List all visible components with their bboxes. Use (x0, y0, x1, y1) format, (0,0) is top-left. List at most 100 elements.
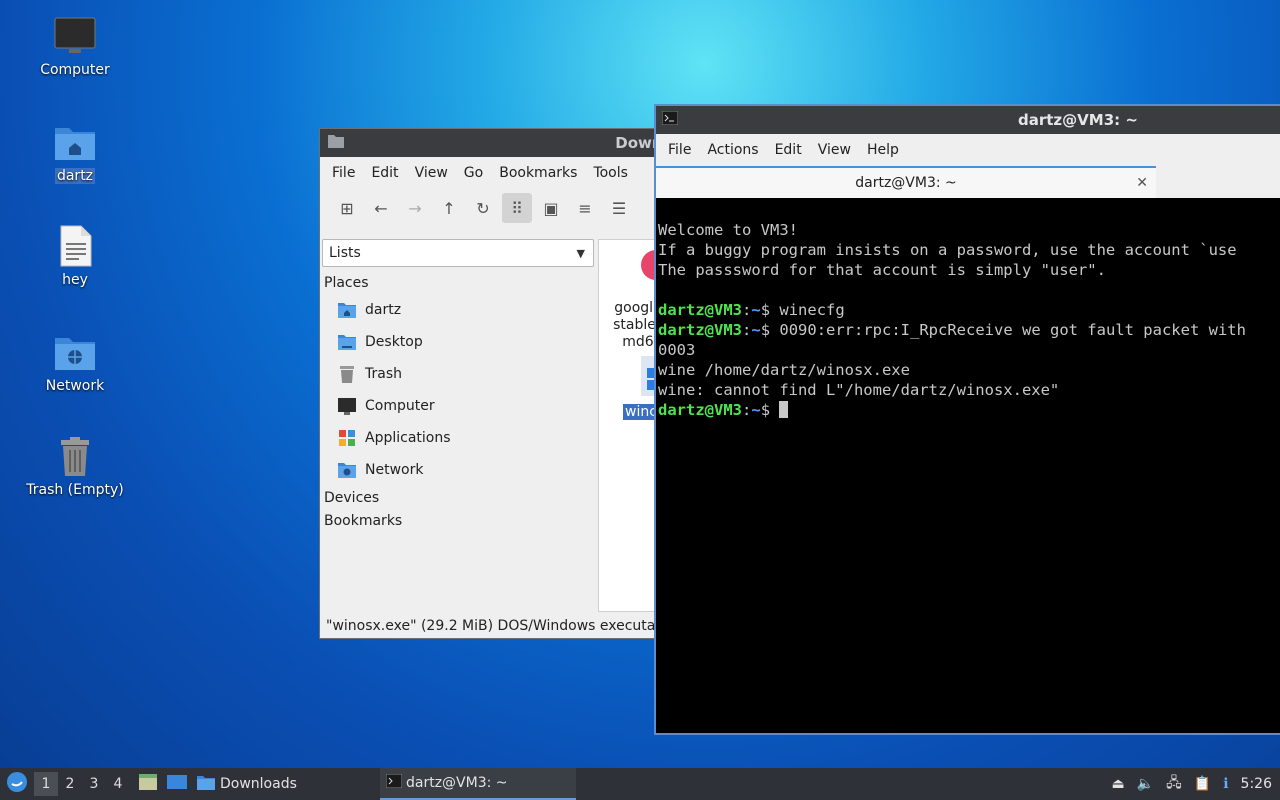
folder-icon (196, 773, 216, 795)
desktop-icon-label: Computer (40, 62, 110, 78)
menu-edit[interactable]: Edit (767, 142, 810, 158)
console-line: Welcome to VM3! (658, 221, 798, 239)
place-label: Desktop (365, 334, 423, 350)
terminal-titlebar[interactable]: dartz@VM3: ~ (656, 106, 1280, 134)
folder-icon (328, 134, 344, 152)
task-label: dartz@VM3: ~ (406, 775, 508, 791)
side-pane-mode-select[interactable]: Lists ▼ (322, 239, 594, 267)
terminal-menubar: File Actions Edit View Help (656, 134, 1280, 166)
place-desktop[interactable]: Desktop (320, 326, 596, 358)
terminal-output[interactable]: Welcome to VM3! If a buggy program insist… (656, 198, 1280, 460)
task-label: Downloads (220, 776, 297, 792)
file-manager-titlebar[interactable]: Downlo (320, 129, 658, 157)
file-name-line: md6 (622, 334, 654, 350)
menu-help[interactable]: Help (859, 142, 907, 158)
thumbnail-view-icon[interactable]: ▣ (536, 193, 566, 223)
desktop-icon-dartz[interactable]: dartz (10, 120, 140, 184)
desktop-icon-label: dartz (54, 168, 96, 184)
place-trash[interactable]: Trash (320, 358, 596, 390)
workspace-1[interactable]: 1 (34, 772, 58, 796)
prompt-path: ~ (751, 301, 761, 319)
clock[interactable]: 5:26 (1241, 776, 1272, 792)
lxqt-logo-icon (6, 771, 28, 797)
network-folder-icon (53, 330, 97, 374)
close-tab-icon[interactable]: ✕ (1136, 175, 1148, 191)
file-manager-window[interactable]: Downlo File Edit View Go Bookmarks Tools… (319, 128, 659, 639)
command-text: 0090:err:rpc:I_RpcReceive we got fault p… (770, 321, 1246, 339)
network-folder-icon (337, 460, 357, 480)
place-network[interactable]: Network (320, 454, 596, 486)
icon-view-icon[interactable]: ⠿ (502, 193, 532, 223)
menu-edit[interactable]: Edit (363, 165, 406, 181)
place-label: Applications (365, 430, 451, 446)
desktop-folder-icon (337, 332, 357, 352)
monitor-icon (337, 396, 357, 416)
prompt-user: dartz@VM3 (658, 321, 742, 339)
network-status-icon[interactable]: 🖧 (1166, 772, 1182, 796)
eject-icon[interactable]: ⏏ (1111, 776, 1124, 792)
menu-tools[interactable]: Tools (585, 165, 636, 181)
detailed-list-icon[interactable]: ☰ (604, 193, 634, 223)
prompt-user: dartz@VM3 (658, 401, 742, 419)
task-terminal[interactable]: dartz@VM3: ~ (380, 768, 576, 800)
trash-icon (337, 364, 357, 384)
menu-view[interactable]: View (810, 142, 859, 158)
devices-header[interactable]: Devices (320, 486, 596, 509)
desktop-icon-network[interactable]: Network (10, 330, 140, 394)
menu-actions[interactable]: Actions (699, 142, 766, 158)
show-desktop-icon[interactable] (166, 773, 188, 795)
menu-file[interactable]: File (324, 165, 363, 181)
terminal-icon (385, 773, 403, 792)
back-arrow-icon[interactable]: ← (366, 193, 396, 223)
desktop-icon-label: Network (45, 378, 105, 394)
console-line: wine /home/dartz/winosx.exe (658, 361, 910, 379)
file-item[interactable]: google stable_ md6 (603, 300, 658, 351)
bookmarks-header[interactable]: Bookmarks (320, 509, 596, 532)
up-arrow-icon[interactable]: ↑ (434, 193, 464, 223)
task-downloads[interactable]: Downloads (190, 768, 380, 800)
console-line: dartz@VM3:~$ winecfg (658, 301, 845, 319)
place-dartz[interactable]: dartz (320, 294, 596, 326)
console-line: wine: cannot find L"/home/dartz/winosx.e… (658, 381, 1060, 399)
place-computer[interactable]: Computer (320, 390, 596, 422)
workspace-4[interactable]: 4 (106, 776, 130, 792)
compact-view-icon[interactable]: ≡ (570, 193, 600, 223)
notification-icon[interactable]: ℹ (1223, 776, 1228, 792)
text-file-icon (53, 224, 97, 268)
file-manager-toolbar: ⊞ ← → ↑ ↻ ⠿ ▣ ≡ ☰ (320, 189, 658, 227)
menu-bookmarks[interactable]: Bookmarks (491, 165, 585, 181)
command-text: winecfg (770, 301, 845, 319)
terminal-window[interactable]: dartz@VM3: ~ File Actions Edit View Help… (654, 104, 1280, 735)
start-menu-button[interactable] (0, 768, 34, 800)
clipboard-icon[interactable]: 📋 (1194, 776, 1211, 792)
side-pane-mode-value: Lists (329, 245, 361, 261)
prompt-path: ~ (751, 321, 761, 339)
file-view[interactable]: google stable_ md6 winc (598, 239, 658, 612)
system-tray: ⏏ 🔈 🖧 📋 ℹ 5:26 (1111, 772, 1280, 796)
desktop-icon-computer[interactable]: Computer (10, 14, 140, 78)
volume-icon[interactable]: 🔈 (1137, 776, 1154, 792)
menu-view[interactable]: View (407, 165, 456, 181)
desktop-icon-trash[interactable]: Trash (Empty) (10, 434, 140, 498)
workspace-3[interactable]: 3 (82, 776, 106, 792)
workspace-2[interactable]: 2 (58, 776, 82, 792)
place-applications[interactable]: Applications (320, 422, 596, 454)
console-line: dartz@VM3:~$ (658, 400, 1280, 420)
tab-label: dartz@VM3: ~ (855, 175, 957, 191)
file-manager-launcher-icon[interactable] (138, 772, 158, 796)
file-manager-menubar: File Edit View Go Bookmarks Tools (320, 157, 658, 189)
menu-go[interactable]: Go (456, 165, 491, 181)
window-title: dartz@VM3: ~ (1018, 111, 1138, 129)
menu-file[interactable]: File (660, 142, 699, 158)
forward-arrow-icon[interactable]: → (400, 193, 430, 223)
terminal-tab[interactable]: dartz@VM3: ~ ✕ (656, 166, 1156, 198)
prompt-user: dartz@VM3 (658, 301, 742, 319)
new-tab-icon[interactable]: ⊞ (332, 193, 362, 223)
console-line: If a buggy program insists on a password… (658, 241, 1237, 259)
places-header[interactable]: Places (320, 271, 596, 294)
desktop-icon-hey[interactable]: hey (10, 224, 140, 288)
window-title: Downlo (615, 134, 658, 152)
reload-icon[interactable]: ↻ (468, 193, 498, 223)
text-cursor (779, 401, 789, 418)
